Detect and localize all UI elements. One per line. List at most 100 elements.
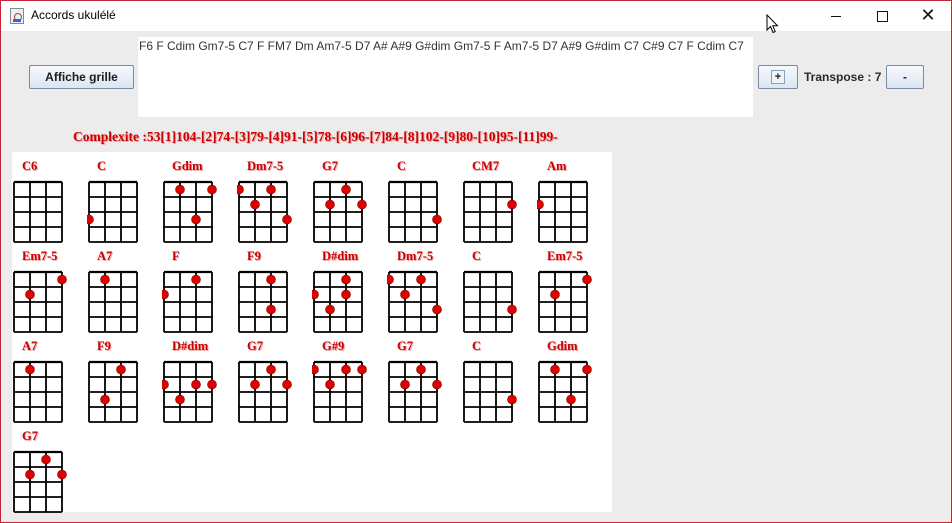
finger-dot: [341, 289, 351, 300]
finger-dot: [312, 364, 319, 375]
chord-diagram: C6: [12, 152, 82, 243]
fretboard-grid: [463, 180, 517, 243]
finger-dot: [175, 184, 185, 195]
fretboard-grid: [162, 360, 217, 423]
finger-dot: [100, 274, 110, 285]
chord-diagram: C: [87, 152, 157, 243]
finger-dot: [507, 199, 517, 210]
finger-dot: [282, 379, 292, 390]
fretboard-grid: [88, 270, 138, 333]
fretboard-grid: [463, 360, 517, 423]
fretboard-grid: [538, 270, 592, 333]
close-icon: ✕: [920, 5, 936, 26]
finger-dot: [357, 364, 367, 375]
finger-dot: [416, 274, 426, 285]
chord-diagram: F9: [87, 332, 157, 423]
chord-diagram: A7: [87, 242, 157, 333]
fretboard-grid: [238, 270, 288, 333]
finger-dot: [266, 304, 276, 315]
chord-diagram: CM7: [462, 152, 532, 243]
maximize-button[interactable]: [859, 1, 905, 31]
fretboard-grid: [238, 360, 292, 423]
finger-dot: [162, 379, 169, 390]
transpose-down-button[interactable]: -: [886, 65, 924, 89]
finger-dot: [325, 199, 335, 210]
fretboard-grid: [463, 270, 517, 333]
chord-diagram: F: [162, 242, 232, 333]
fretboard-grid: [312, 360, 367, 423]
maximize-icon: [876, 10, 888, 22]
chord-diagram: Gdim: [162, 152, 232, 243]
chord-diagram: Am: [537, 152, 607, 243]
transpose-value-label: Transpose : 7: [804, 70, 882, 84]
finger-dot: [507, 394, 517, 405]
show-grid-button[interactable]: Affiche grille: [29, 65, 134, 89]
finger-dot: [550, 289, 560, 300]
finger-dot: [325, 379, 335, 390]
chord-diagram: Gdim: [537, 332, 607, 423]
finger-dot: [207, 184, 217, 195]
title-bar[interactable]: Accords ukulélé ✕: [1, 1, 951, 34]
transpose-up-button[interactable]: +: [758, 65, 798, 89]
fretboard-grid: [387, 270, 442, 333]
finger-dot: [341, 364, 351, 375]
fretboard-grid: [313, 180, 367, 243]
fretboard-grid: [162, 270, 213, 333]
finger-dot: [341, 274, 351, 285]
fretboard-grid: [312, 270, 363, 333]
minimize-button[interactable]: [813, 1, 859, 31]
finger-dot: [266, 364, 276, 375]
finger-dot: [100, 394, 110, 405]
fretboard-grid: [388, 360, 442, 423]
chord-diagram: D#dim: [312, 242, 382, 333]
finger-dot: [87, 214, 94, 225]
chord-diagram: C: [462, 242, 532, 333]
finger-dot: [191, 214, 201, 225]
java-app-icon: [10, 8, 24, 24]
finger-dot: [237, 184, 244, 195]
finger-dot: [250, 199, 260, 210]
finger-dot: [566, 394, 576, 405]
chord-diagram: C: [387, 152, 457, 243]
finger-dot: [325, 304, 335, 315]
finger-dot: [582, 364, 592, 375]
finger-dot: [57, 469, 67, 480]
finger-dot: [341, 184, 351, 195]
chord-diagram: G#9: [312, 332, 382, 423]
finger-dot: [25, 469, 35, 480]
finger-dot: [387, 274, 394, 285]
chord-diagram: Em7-5: [12, 242, 82, 333]
finger-dot: [432, 214, 442, 225]
finger-dot: [175, 394, 185, 405]
chord-diagram: A7: [12, 332, 82, 423]
mouse-cursor-icon: [766, 14, 779, 34]
fretboard-grid: [87, 180, 138, 243]
fretboard-grid: [537, 180, 588, 243]
finger-dot: [357, 199, 367, 210]
finger-dot: [25, 289, 35, 300]
finger-dot: [432, 379, 442, 390]
chord-diagram: G7: [237, 332, 307, 423]
close-button[interactable]: ✕: [905, 1, 951, 31]
chord-diagram: G7: [312, 152, 382, 243]
fretboard-grid: [13, 270, 67, 333]
finger-dot: [266, 274, 276, 285]
finger-dot: [191, 274, 201, 285]
chord-diagram: Dm7-5: [237, 152, 307, 243]
finger-dot: [57, 274, 67, 285]
fretboard-grid: [13, 180, 63, 243]
minimize-icon: [831, 15, 841, 17]
app-window: Accords ukulélé ✕ Affiche grille F6 F Cd…: [0, 0, 952, 523]
chord-diagram: G7: [387, 332, 457, 423]
finger-dot: [207, 379, 217, 390]
chord-sequence-field[interactable]: F6 F Cdim Gm7-5 C7 F FM7 Dm Am7-5 D7 A# …: [138, 37, 753, 117]
finger-dot: [250, 379, 260, 390]
finger-dot: [400, 289, 410, 300]
chord-diagram: G7: [12, 422, 82, 513]
chord-diagram: F9: [237, 242, 307, 333]
finger-dot: [432, 304, 442, 315]
fretboard-grid: [388, 180, 442, 243]
finger-dot: [537, 199, 544, 210]
chord-diagram: D#dim: [162, 332, 232, 423]
fretboard-grid: [538, 360, 592, 423]
